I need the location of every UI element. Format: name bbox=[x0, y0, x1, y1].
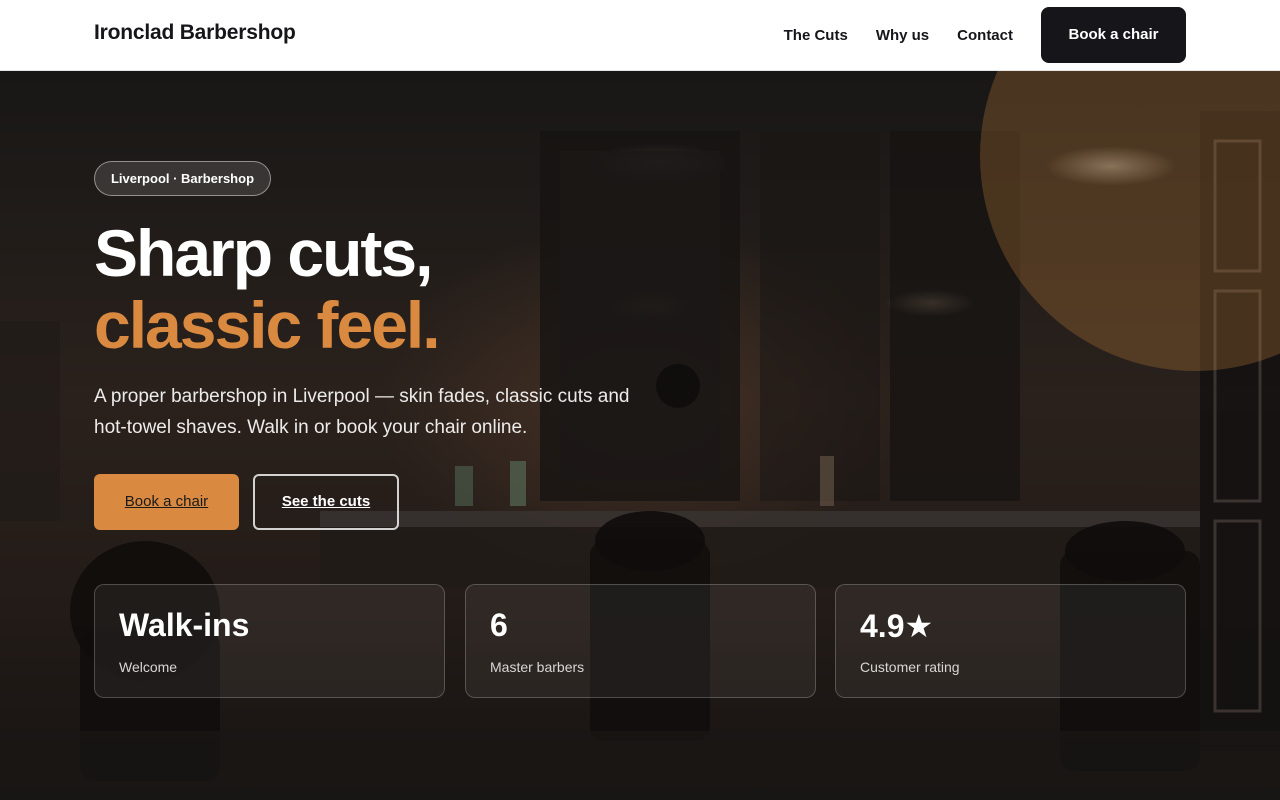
stat-value: Walk-ins bbox=[119, 607, 250, 643]
stat-value: 4.9★ bbox=[860, 608, 934, 644]
nav-link-why-us[interactable]: Why us bbox=[876, 27, 929, 44]
stat-card-barbers: 6 Master barbers bbox=[465, 584, 816, 698]
stat-label: Customer rating bbox=[860, 659, 960, 675]
book-chair-button[interactable]: Book a chair bbox=[94, 474, 239, 530]
hero-title-line-1: Sharp cuts, bbox=[94, 216, 433, 290]
brand-logo[interactable]: Ironclad Barbershop bbox=[94, 21, 296, 45]
hero-title-line-2: classic feel. bbox=[94, 288, 441, 362]
hero-section: Liverpool · Barbershop Sharp cuts, class… bbox=[0, 71, 1280, 800]
hero-description: A proper barbershop in Liverpool — skin … bbox=[94, 386, 630, 438]
site-header: Ironclad Barbershop The Cuts Why us Cont… bbox=[0, 0, 1280, 71]
stat-label: Master barbers bbox=[490, 659, 585, 675]
nav-link-the-cuts[interactable]: The Cuts bbox=[784, 27, 848, 44]
stat-card-rating: 4.9★ Customer rating bbox=[835, 584, 1186, 698]
stat-card-walk-ins: Walk-ins Welcome bbox=[94, 584, 445, 698]
stat-value: 6 bbox=[490, 607, 508, 643]
see-cuts-button[interactable]: See the cuts bbox=[253, 474, 399, 530]
stat-label: Welcome bbox=[119, 659, 178, 675]
header-book-button[interactable]: Book a chair bbox=[1041, 7, 1186, 63]
hero-title: Sharp cuts, classic feel. bbox=[94, 216, 441, 362]
main-nav: The Cuts Why us Contact Book a chair bbox=[784, 0, 1186, 70]
nav-link-contact[interactable]: Contact bbox=[957, 27, 1013, 44]
location-badge: Liverpool · Barbershop bbox=[94, 161, 271, 196]
